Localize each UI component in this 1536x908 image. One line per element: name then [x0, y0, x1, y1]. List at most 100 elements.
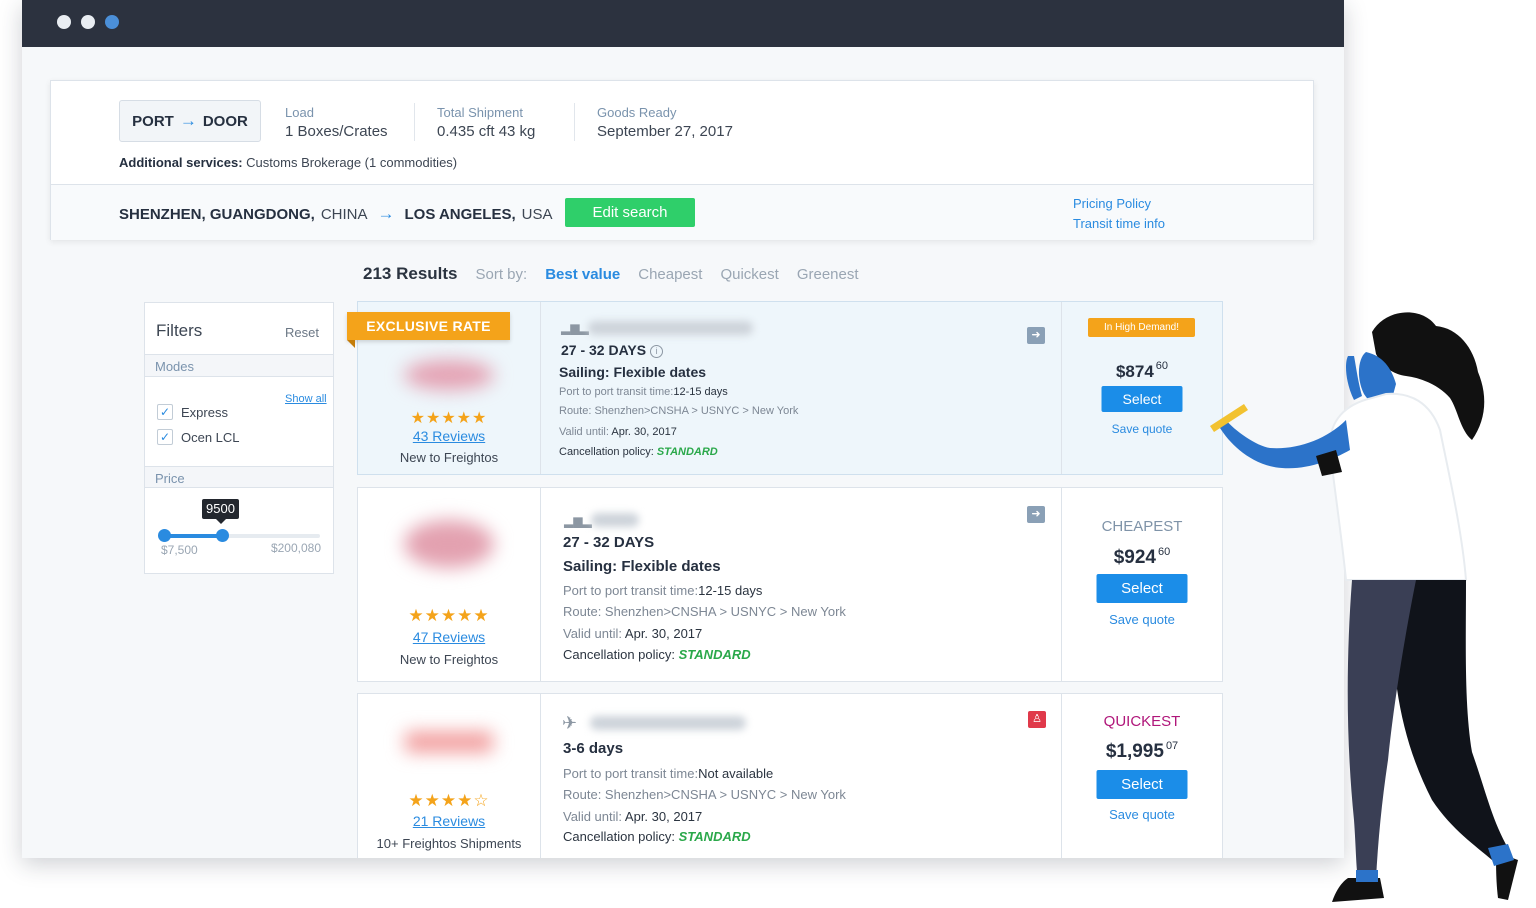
price-main: $924: [1113, 547, 1157, 568]
valid-until-line: Valid until: Apr. 30, 2017: [563, 626, 702, 641]
carrier-logo: [405, 732, 493, 752]
cancellation-label: Cancellation policy:: [563, 647, 676, 662]
ship-icon: ▂▆▂: [561, 321, 589, 335]
transit-value: 12-15 days: [698, 583, 763, 598]
price-main: $874: [1115, 362, 1154, 381]
transit-days: 27 - 32 DAYS: [563, 534, 655, 551]
transit-days: 27 - 32 DAYS i: [561, 342, 664, 358]
price-main: $1,995: [1105, 741, 1164, 762]
valid-value: Apr. 30, 2017: [611, 426, 677, 438]
total-shipment-value: 0.435 cft 43 kg: [437, 123, 536, 140]
window-titlebar: [22, 0, 1344, 47]
info-icon[interactable]: i: [650, 345, 664, 358]
carrier-note: 10+ Freightos Shipments: [376, 836, 522, 851]
load-value: 1 Boxes/Crates: [285, 123, 388, 140]
transit-label: Port to port transit time:: [563, 766, 699, 781]
transit-time-line: Port to port transit time:Not available: [563, 766, 773, 781]
reviews-link[interactable]: 21 Reviews: [358, 813, 540, 829]
origin-city: SHENZHEN, GUANGDONG,: [119, 205, 315, 223]
sort-quickest[interactable]: Quickest: [720, 266, 778, 283]
show-all-modes-link[interactable]: Show all: [285, 393, 327, 405]
select-button[interactable]: Select: [1096, 770, 1188, 799]
sort-greenest[interactable]: Greenest: [797, 266, 859, 283]
filters-panel: Filters Reset Modes Show all ✓ Express ✓…: [144, 302, 334, 574]
divider: [574, 103, 575, 141]
rating-stars-icon: ★★★★★: [410, 410, 488, 427]
carrier-column: ★★★★☆ 21 Reviews 10+ Freightos Shipments: [358, 694, 541, 858]
destination-city: LOS ANGELES,: [404, 205, 516, 223]
reviews-link[interactable]: 47 Reviews: [358, 629, 540, 645]
mode-option-label: Express: [181, 404, 228, 420]
route-summary: SHENZHEN, GUANGDONG, CHINA → LOS ANGELES…: [119, 204, 552, 224]
person-illustration: [1210, 312, 1518, 902]
sort-by-label: Sort by:: [475, 266, 528, 283]
transit-label: Port to port transit time:: [563, 583, 699, 598]
pricing-policy-link[interactable]: Pricing Policy: [1073, 196, 1151, 211]
price-min-label: $7,500: [161, 543, 198, 557]
sock-front-shape: [1356, 870, 1378, 882]
additional-services-value: Customs Brokerage (1 commodities): [246, 155, 458, 170]
carrier-note: New to Freightos: [399, 450, 499, 465]
carrier-column: ★★★★★ 47 Reviews New to Freightos: [358, 488, 541, 681]
transit-value: Not available: [698, 766, 774, 781]
reviews-link[interactable]: 43 Reviews: [358, 428, 540, 444]
express-badge-icon[interactable]: ♙: [1028, 711, 1046, 728]
transit-label: Port to port transit time:: [559, 386, 674, 398]
mode-checkbox-express[interactable]: ✓ Express: [157, 404, 228, 420]
results-sort-bar: 213 Results Sort by: Best value Cheapest…: [363, 264, 859, 284]
edit-search-button[interactable]: Edit search: [565, 198, 695, 227]
torso-shape: [1328, 392, 1468, 581]
cancellation-value: STANDARD: [678, 829, 751, 844]
price-slider-tooltip: 9500: [202, 499, 239, 524]
exclusive-rate-badge: EXCLUSIVE RATE: [347, 312, 510, 348]
valid-label: Valid until:: [563, 809, 623, 824]
window-minimize-dot[interactable]: [81, 15, 95, 29]
cancellation-label: Cancellation policy:: [559, 446, 654, 458]
transit-days: 3-6 days: [563, 740, 624, 757]
arrow-right-icon[interactable]: ➜: [1027, 327, 1045, 344]
quote-card: ★★★★★ 47 Reviews New to Freightos ▂▆▂ 27…: [357, 487, 1223, 682]
additional-services-label: Additional services:: [119, 155, 243, 170]
transit-value: 12-15 days: [673, 386, 728, 398]
load-label: Load: [285, 105, 314, 120]
search-summary-panel: PORT → DOOR Load 1 Boxes/Crates Total Sh…: [50, 80, 1314, 240]
browser-window: PORT → DOOR Load 1 Boxes/Crates Total Sh…: [22, 0, 1344, 858]
mode-checkbox-ocean-lcl[interactable]: ✓ Ocen LCL: [157, 429, 240, 445]
route-line: Route: Shenzhen>CNSHA > USNYC > New York: [563, 787, 846, 802]
rating-stars-icon: ★★★★☆: [408, 791, 490, 810]
valid-label: Valid until:: [563, 626, 623, 641]
transit-time-line: Port to port transit time:12-15 days: [559, 386, 728, 398]
transit-time-info-link[interactable]: Transit time info: [1073, 216, 1165, 231]
cancellation-value: STANDARD: [656, 446, 718, 458]
cancellation-line: Cancellation policy: STANDARD: [559, 446, 718, 458]
leg-back-shape: [1391, 580, 1508, 860]
price-slider-max-handle[interactable]: [215, 529, 229, 542]
results-count: 213 Results: [363, 264, 458, 283]
transit-days-text: 27 - 32 DAYS: [561, 342, 647, 358]
shipment-mode-pill[interactable]: PORT → DOOR: [119, 100, 261, 142]
select-button[interactable]: Select: [1096, 574, 1188, 603]
window-close-dot[interactable]: [57, 15, 71, 29]
valid-value: Apr. 30, 2017: [624, 809, 703, 824]
sailing-info: Sailing: Flexible dates: [559, 364, 707, 380]
origin-country: CHINA: [320, 205, 368, 223]
mode-option-label: Ocen LCL: [181, 429, 240, 445]
total-shipment-label: Total Shipment: [437, 105, 523, 120]
mode-to: DOOR: [202, 112, 248, 130]
sort-best-value[interactable]: Best value: [545, 266, 620, 283]
filters-title: Filters: [156, 321, 203, 340]
transit-time-line: Port to port transit time:12-15 days: [563, 583, 762, 598]
rating-stars-icon: ★★★★★: [408, 606, 490, 625]
window-zoom-dot[interactable]: [105, 15, 119, 29]
price-slider-fill: [164, 534, 222, 538]
additional-services: Additional services: Customs Brokerage (…: [119, 155, 457, 170]
cancellation-value: STANDARD: [678, 647, 751, 662]
arrow-right-icon[interactable]: ➜: [1027, 506, 1045, 523]
filters-reset-button[interactable]: Reset: [285, 325, 319, 340]
sort-cheapest[interactable]: Cheapest: [638, 266, 702, 283]
route-line: Route: Shenzhen>CNSHA > USNYC > New York: [563, 604, 846, 619]
goods-ready-label: Goods Ready: [597, 105, 677, 120]
select-button[interactable]: Select: [1101, 386, 1183, 412]
valid-until-line: Valid until: Apr. 30, 2017: [563, 809, 702, 824]
price-slider-min-handle[interactable]: [158, 529, 171, 542]
